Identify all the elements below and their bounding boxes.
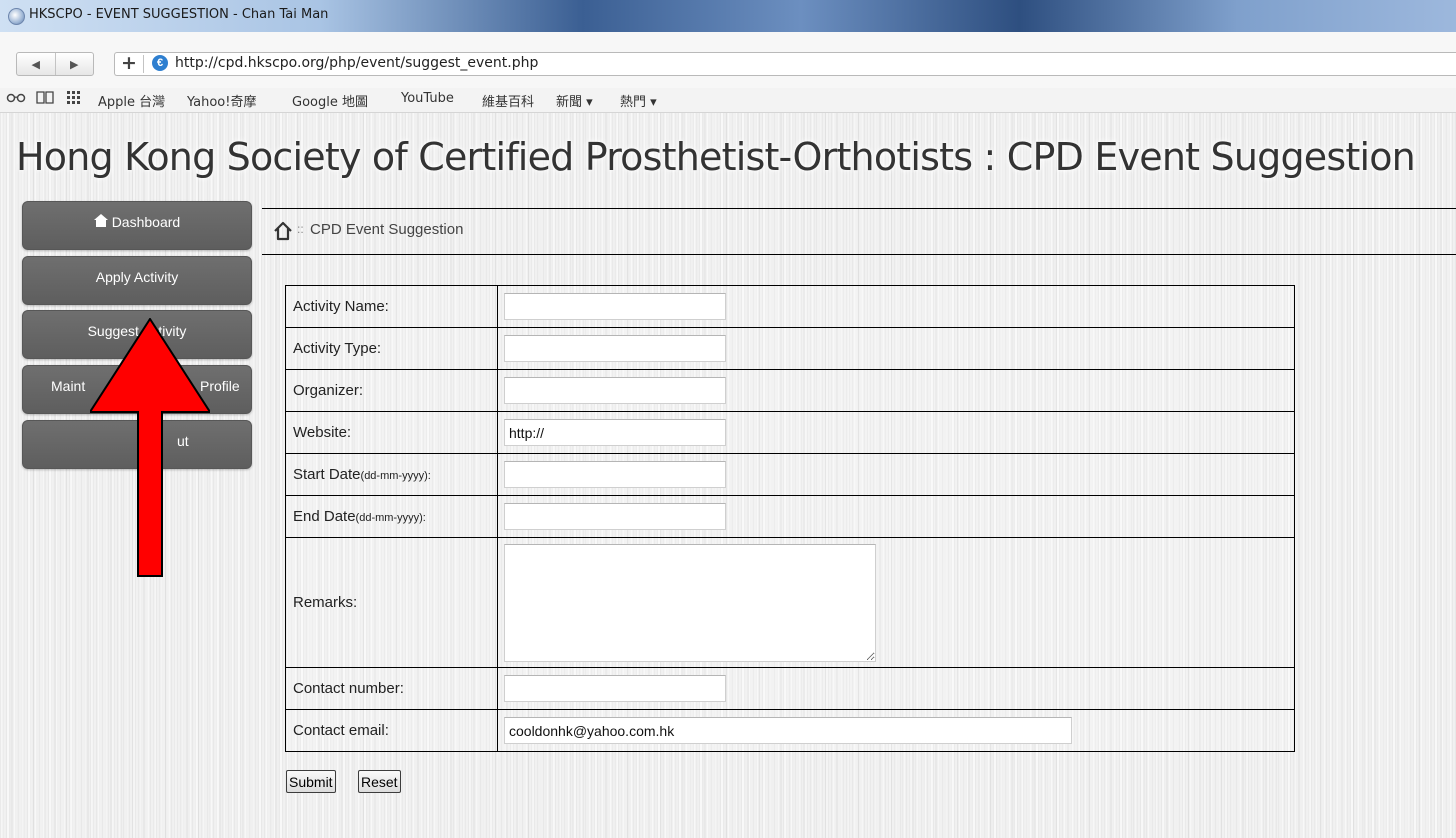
- forward-arrow-icon[interactable]: ▶: [56, 53, 94, 75]
- end-date-input[interactable]: [504, 503, 726, 530]
- sidebar-item-dashboard[interactable]: Dashboard: [22, 201, 252, 250]
- bookmarks-bar: Apple 台灣 Yahoo!奇摩 Google 地圖 YouTube 維基百科…: [0, 88, 1456, 113]
- back-arrow-icon[interactable]: ◀: [17, 53, 55, 75]
- activity-type-label: Activity Type:: [285, 327, 498, 370]
- website-label: Website:: [285, 411, 498, 454]
- window-title: HKSCPO - EVENT SUGGESTION - Chan Tai Man: [29, 7, 329, 22]
- home-icon: [93, 214, 112, 230]
- activity-name-input[interactable]: [504, 293, 726, 320]
- breadcrumb-current: CPD Event Suggestion: [310, 221, 464, 238]
- activity-type-input[interactable]: [504, 335, 726, 362]
- website-input[interactable]: [504, 419, 726, 446]
- breadcrumb-separator: ::: [297, 222, 304, 236]
- red-arrow-annotation: [90, 318, 210, 577]
- contact-email-label: Contact email:: [285, 709, 498, 752]
- bookmark-wikipedia[interactable]: 維基百科: [482, 91, 534, 110]
- address-divider: [143, 55, 144, 73]
- contact-email-input[interactable]: [504, 717, 1072, 744]
- book-icon[interactable]: [35, 90, 55, 108]
- bookmark-yahoo[interactable]: Yahoo!奇摩: [187, 91, 256, 110]
- contact-number-input[interactable]: [504, 675, 726, 702]
- breadcrumb-bottom-border: [262, 254, 1456, 255]
- bookmark-news[interactable]: 新聞 ▾: [556, 91, 593, 110]
- add-bookmark-icon[interactable]: +: [121, 52, 137, 74]
- event-suggestion-form: Activity Name: Activity Type: Organizer:…: [285, 285, 1295, 752]
- sidebar-item-label: Maint: [51, 378, 86, 394]
- organizer-label: Organizer:: [285, 369, 498, 412]
- home-outline-icon[interactable]: [272, 220, 294, 242]
- sidebar-item-apply-activity[interactable]: Apply Activity: [22, 256, 252, 305]
- end-date-label-text: End Date: [293, 508, 356, 525]
- address-bar[interactable]: + € http://cpd.hkscpo.org/php/event/sugg…: [114, 52, 1456, 76]
- reader-glasses-icon[interactable]: [6, 90, 26, 108]
- start-date-input[interactable]: [504, 461, 726, 488]
- activity-name-label: Activity Name:: [285, 285, 498, 328]
- bookmark-google-maps[interactable]: Google 地圖: [292, 91, 368, 110]
- back-forward-buttons: ◀ ▶: [16, 52, 94, 76]
- page-title: Hong Kong Society of Certified Prostheti…: [16, 135, 1416, 179]
- url-text[interactable]: http://cpd.hkscpo.org/php/event/suggest_…: [175, 55, 538, 71]
- submit-button[interactable]: Submit: [286, 770, 336, 793]
- bookmark-youtube[interactable]: YouTube: [401, 91, 454, 106]
- sidebar-item-label: Apply Activity: [95, 269, 179, 285]
- reset-button[interactable]: Reset: [358, 770, 401, 793]
- bookmark-popular[interactable]: 熱門 ▾: [620, 91, 657, 110]
- browser-app-icon: [8, 8, 25, 25]
- window-titlebar: HKSCPO - EVENT SUGGESTION - Chan Tai Man: [0, 0, 1456, 32]
- remarks-textarea[interactable]: [504, 543, 876, 662]
- start-date-label-text: Start Date: [293, 466, 361, 483]
- end-date-label: End Date(dd-mm-yyyy):: [285, 495, 498, 538]
- sidebar-item-label: Dashboard: [111, 214, 181, 230]
- end-date-format-hint: (dd-mm-yyyy):: [355, 512, 426, 524]
- contact-number-label: Contact number:: [285, 667, 498, 710]
- site-favicon-icon: €: [152, 55, 168, 71]
- remarks-label: Remarks:: [285, 537, 498, 668]
- start-date-format-hint: (dd-mm-yyyy):: [360, 470, 431, 482]
- start-date-label: Start Date(dd-mm-yyyy):: [285, 453, 498, 496]
- grid-icon[interactable]: [66, 90, 82, 108]
- organizer-input[interactable]: [504, 377, 726, 404]
- bookmark-apple[interactable]: Apple 台灣: [98, 91, 165, 110]
- breadcrumb-top-border: [262, 208, 1456, 209]
